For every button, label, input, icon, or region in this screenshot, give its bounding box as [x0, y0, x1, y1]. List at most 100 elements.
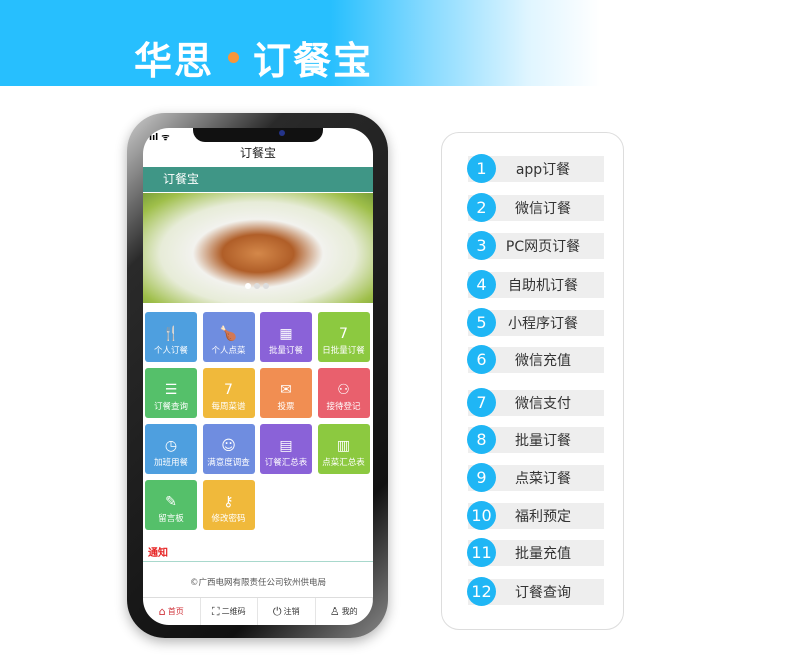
tile-label: 修改密码: [211, 514, 246, 524]
tile-report[interactable]: ▥ 点菜汇总表: [317, 424, 370, 474]
number-badge: 1: [467, 154, 496, 183]
tile-calendar-grid[interactable]: ▦ 批量订餐: [260, 312, 312, 362]
calendar-week-icon: 7: [224, 382, 233, 398]
tile-label: 接待登记: [326, 402, 361, 412]
tab-home[interactable]: ⌂ 首页: [143, 598, 201, 625]
banner-title: 华思 订餐宝: [134, 30, 373, 85]
tile-clipboard-chart[interactable]: ▤ 订餐汇总表: [260, 424, 312, 474]
feature-label: 小程序订餐: [508, 316, 578, 332]
tile-drumstick[interactable]: 🍗 个人点菜: [202, 312, 255, 362]
ballot-icon: ✉: [280, 382, 292, 398]
drumstick-icon: 🍗: [219, 326, 238, 342]
tile-people[interactable]: ⚇ 接待登记: [317, 368, 370, 418]
feature-label: 微信订餐: [515, 201, 571, 217]
tile-clock[interactable]: ◷ 加班用餐: [145, 424, 197, 474]
tile-key[interactable]: ⚷ 修改密码: [202, 480, 255, 530]
power-icon: ⏻: [272, 604, 282, 618]
number-badge: 11: [467, 538, 496, 567]
notice-label[interactable]: 通知: [148, 544, 168, 559]
feature-item: 11 批量充值: [467, 538, 604, 567]
feature-grid: 🍴 个人订餐 🍗 个人点菜 ▦ 批量订餐 7 日批量订餐 ☰ 订餐查询 7 每周菜谱 ✉ 投票 ⚇ 接待登记 ◷…: [145, 312, 370, 530]
app-title: 订餐宝: [239, 146, 276, 160]
feature-item: 4 自助机订餐: [467, 270, 604, 299]
tile-smiley[interactable]: ☺ 满意度调查: [202, 424, 255, 474]
tab-bar: ⌂ 首页 ⛶ 二维码 ⏻ 注销 ♙ 我的: [143, 597, 373, 625]
tile-calendar-week[interactable]: 7 每周菜谱: [202, 368, 255, 418]
tile-calendar-day[interactable]: 7 日批量订餐: [317, 312, 370, 362]
app-bar: 订餐宝: [143, 167, 373, 192]
number-badge: 3: [467, 231, 496, 260]
tab-label: 二维码: [221, 607, 246, 616]
signal-wifi-icon: ııl ᯤ: [149, 133, 170, 143]
tile-label: 每周菜谱: [211, 402, 246, 412]
tile-label: 点菜汇总表: [322, 458, 365, 468]
tile-label: 个人订餐: [153, 346, 188, 356]
feature-item: 8 批量订餐: [467, 425, 604, 454]
number-badge: 8: [467, 425, 496, 454]
tile-label: 批量订餐: [268, 346, 303, 356]
feature-label: 福利预定: [515, 509, 571, 525]
feature-label: 订餐查询: [515, 585, 571, 601]
feature-label: 微信充值: [515, 353, 571, 369]
feature-item: 1 app订餐: [467, 154, 604, 183]
people-icon: ⚇: [337, 382, 350, 398]
tile-label: 订餐汇总表: [264, 458, 308, 468]
tile-label: 个人点菜: [211, 346, 246, 356]
food-banner-image[interactable]: [143, 193, 373, 303]
tile-ballot[interactable]: ✉ 投票: [260, 368, 312, 418]
feature-label: app订餐: [515, 162, 571, 178]
document-search-icon: ☰: [164, 382, 178, 398]
feature-label: 批量订餐: [515, 433, 571, 449]
key-icon: ⚷: [223, 494, 234, 510]
tile-fork-knife[interactable]: 🍴 个人订餐: [145, 312, 197, 362]
clipboard-chart-icon: ▤: [279, 438, 293, 454]
user-icon: ♙: [329, 605, 340, 618]
number-badge: 6: [467, 345, 496, 374]
report-icon: ▥: [336, 438, 351, 454]
tab-label: 注销: [283, 607, 300, 616]
phone-screen: ııl ᯤ 订餐宝 订餐宝 🍴 个人订餐 🍗 个人点菜 ▦ 批量订餐 7 日批量订餐 ☰ 订餐查询…: [143, 128, 373, 625]
edit-icon: ✎: [165, 494, 177, 510]
home-icon: ⌂: [158, 605, 166, 618]
divider: [143, 561, 373, 562]
tab-label: 首页: [167, 607, 184, 616]
calendar-day-icon: 7: [339, 326, 348, 342]
separator-dot: [228, 52, 240, 63]
tab-power[interactable]: ⏻ 注销: [258, 598, 316, 625]
number-badge: 2: [467, 193, 496, 222]
tile-label: 订餐查询: [153, 402, 188, 412]
feature-item: 7 微信支付: [467, 388, 604, 417]
feature-item: 9 点菜订餐: [467, 463, 604, 492]
banner: 华思 订餐宝: [0, 0, 600, 86]
brand-name: 华思: [134, 39, 215, 83]
fork-knife-icon: 🍴: [162, 326, 180, 342]
feature-item: 3 PC网页订餐: [467, 231, 604, 260]
feature-item: 10 福利预定: [467, 501, 604, 530]
camera-icon: [279, 130, 285, 136]
carousel-indicators[interactable]: [245, 283, 269, 289]
number-badge: 12: [467, 577, 496, 606]
tile-label: 日批量订餐: [322, 346, 365, 356]
feature-label: 批量充值: [515, 546, 571, 562]
calendar-grid-icon: ▦: [279, 326, 293, 342]
tile-document-search[interactable]: ☰ 订餐查询: [145, 368, 197, 418]
tab-user[interactable]: ♙ 我的: [316, 598, 373, 625]
feature-item: 5 小程序订餐: [467, 308, 604, 337]
tab-label: 我的: [341, 607, 358, 616]
tile-edit[interactable]: ✎ 留言板: [145, 480, 197, 530]
number-badge: 5: [467, 308, 496, 337]
feature-label: 微信支付: [515, 396, 571, 412]
phone-notch: [193, 128, 323, 142]
feature-list-panel: 1 app订餐 2 微信订餐 3 PC网页订餐 4 自助机订餐 5 小程序订餐 6 微信充值 7 微信支付…: [441, 132, 624, 630]
clock-icon: ◷: [164, 438, 178, 454]
smiley-icon: ☺: [221, 438, 236, 454]
tile-label: 加班用餐: [153, 458, 188, 468]
tile-label: 留言板: [158, 514, 184, 524]
tile-label: 满意度调查: [207, 458, 250, 468]
tile-label: 投票: [277, 402, 295, 412]
tab-qr-code[interactable]: ⛶ 二维码: [201, 598, 258, 625]
number-badge: 7: [467, 388, 496, 417]
feature-label: PC网页订餐: [505, 239, 581, 255]
number-badge: 4: [467, 270, 496, 299]
feature-item: 12 订餐查询: [467, 577, 604, 606]
